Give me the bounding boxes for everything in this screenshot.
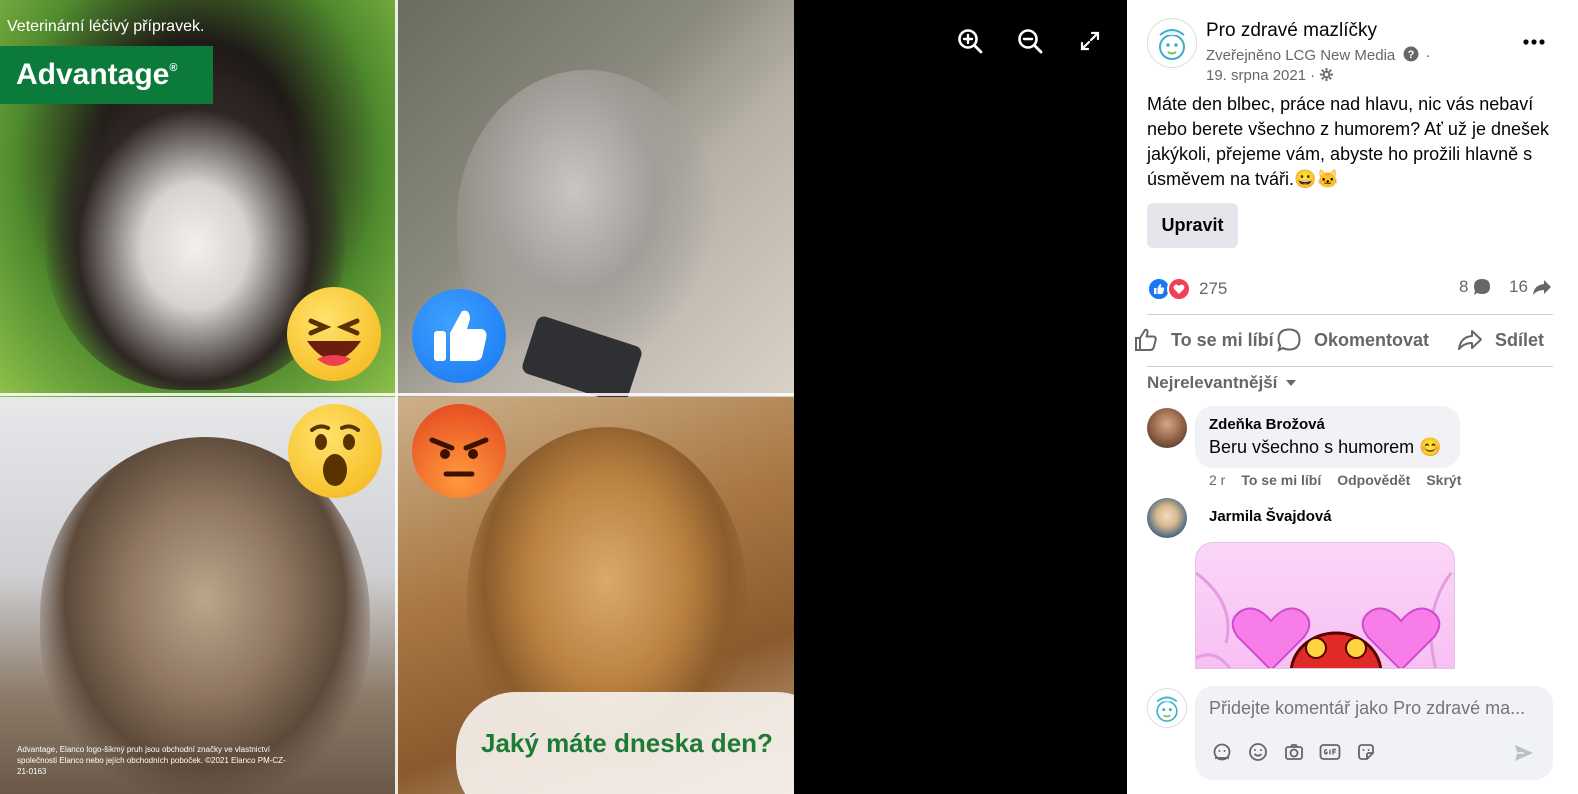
help-icon[interactable]: ? <box>1403 46 1419 62</box>
comment-like-link[interactable]: To se mi líbí <box>1241 472 1321 488</box>
page-avatar[interactable] <box>1147 18 1197 68</box>
sticker-button[interactable] <box>1355 741 1377 763</box>
comment-text: Beru všechno s humorem 😊 <box>1209 437 1442 457</box>
more-options-button[interactable] <box>1519 26 1549 56</box>
caret-down-icon <box>1286 380 1297 386</box>
reactions-summary[interactable]: 275 <box>1147 276 1227 302</box>
post-photo[interactable]: Veterinární léčivý přípravek. Advantage ®… <box>0 0 794 794</box>
camera-icon <box>1285 744 1303 760</box>
share-label: Sdílet <box>1495 329 1545 350</box>
camera-button[interactable] <box>1283 741 1305 763</box>
photo-viewer: Veterinární léčivý přípravek. Advantage ®… <box>0 0 1127 794</box>
brand-mark: ® <box>169 62 178 74</box>
zoom-out-button[interactable] <box>1015 26 1045 56</box>
like-button[interactable]: To se mi líbí <box>1133 323 1274 357</box>
sort-label: Nejrelevantnější <box>1147 373 1278 392</box>
comment-input[interactable] <box>1209 696 1539 720</box>
comment-label: Okomentovat <box>1314 329 1430 350</box>
comment-bubble: Zdeňka Brožová Beru všechno s humorem 😊 <box>1195 406 1460 468</box>
divider <box>395 0 398 794</box>
share-count-value: 16 <box>1509 277 1528 296</box>
share-count[interactable]: 16 <box>1509 277 1552 297</box>
send-icon <box>1515 745 1533 761</box>
thumbs-up-emoji-icon <box>412 289 506 383</box>
gif-icon <box>1319 744 1341 760</box>
comment-composer <box>1195 686 1553 780</box>
laughing-emoji-icon <box>287 287 381 381</box>
self-avatar[interactable] <box>1147 688 1187 728</box>
comment-count[interactable]: 8 <box>1459 277 1492 297</box>
send-button[interactable] <box>1509 738 1539 768</box>
fullscreen-icon <box>1080 31 1100 51</box>
divider <box>1147 366 1553 367</box>
divider <box>0 393 794 396</box>
avatar[interactable] <box>1147 408 1187 448</box>
composer-tools <box>1211 741 1377 763</box>
avatar[interactable] <box>1147 498 1187 538</box>
brand-name: Advantage <box>16 58 170 91</box>
vet-disclaimer: Veterinární léčivý přípravek. <box>7 18 205 35</box>
comment-author[interactable]: Zdeňka Brožová <box>1209 416 1446 433</box>
comment-button[interactable]: Okomentovat <box>1276 323 1429 357</box>
published-by: Zveřejněno LCG New Media <box>1206 47 1396 64</box>
sticker-hearts-icon <box>1196 571 1453 668</box>
legal-notice: Advantage, Elanco logo-šikmý pruh jsou o… <box>17 745 286 776</box>
fullscreen-button[interactable] <box>1075 26 1105 56</box>
brand-logo: Advantage ® <box>0 46 213 104</box>
dog-logo-icon <box>1156 696 1178 722</box>
gear-icon <box>1320 67 1334 82</box>
dog-logo-icon <box>1159 29 1185 60</box>
avatar-sticker-icon <box>1213 743 1231 761</box>
share-icon <box>1458 330 1482 350</box>
comment-author[interactable]: Jarmila Švajdová <box>1209 508 1332 525</box>
sort-dropdown[interactable]: Nejrelevantnější <box>1147 373 1297 393</box>
zoom-in-button[interactable] <box>955 26 985 56</box>
gif-button[interactable] <box>1319 741 1341 763</box>
zoom-out-icon <box>1018 29 1043 54</box>
thumbs-up-icon <box>1135 328 1157 351</box>
zoom-in-icon <box>958 29 983 54</box>
comment-icon <box>1277 328 1301 352</box>
comment-bubble-icon <box>1474 279 1491 295</box>
page-name[interactable]: Pro zdravé mazlíčky <box>1206 20 1377 42</box>
more-dots-icon <box>1523 39 1545 45</box>
comment-reply-link[interactable]: Odpovědět <box>1337 472 1410 488</box>
angry-emoji-icon <box>412 404 506 498</box>
post-date[interactable]: 19. srpna 2021 <box>1206 67 1306 84</box>
comment-count-value: 8 <box>1459 277 1469 296</box>
divider <box>1147 314 1553 315</box>
photo-headline: Jaký máte dneska den? <box>481 728 773 758</box>
avatar-sticker-button[interactable] <box>1211 741 1233 763</box>
comment-actions: 2 r To se mi líbí Odpovědět Skrýt <box>1209 472 1461 488</box>
share-arrow-icon <box>1532 280 1551 295</box>
sticker-icon <box>1358 744 1374 760</box>
like-label: To se mi líbí <box>1171 329 1274 350</box>
emoji-icon <box>1249 743 1267 761</box>
svg-text:?: ? <box>1408 49 1415 61</box>
post-panel: Pro zdravé mazlíčky Zveřejněno LCG New M… <box>1127 0 1578 794</box>
post-text: Máte den blbec, práce nad hlavu, nic vás… <box>1147 94 1549 189</box>
comment-hide-link[interactable]: Skrýt <box>1426 472 1461 488</box>
love-reaction-icon <box>1167 277 1191 301</box>
comment-time[interactable]: 2 r <box>1209 472 1225 488</box>
emoji-button[interactable] <box>1247 741 1269 763</box>
reaction-count: 275 <box>1199 279 1228 298</box>
post-meta: Zveřejněno LCG New Media ? · 19. srpna 2… <box>1206 46 1431 84</box>
comment-sticker[interactable] <box>1195 542 1455 669</box>
wow-emoji-icon <box>288 404 382 498</box>
share-button[interactable]: Sdílet <box>1457 323 1544 357</box>
edit-button[interactable]: Upravit <box>1147 203 1238 248</box>
